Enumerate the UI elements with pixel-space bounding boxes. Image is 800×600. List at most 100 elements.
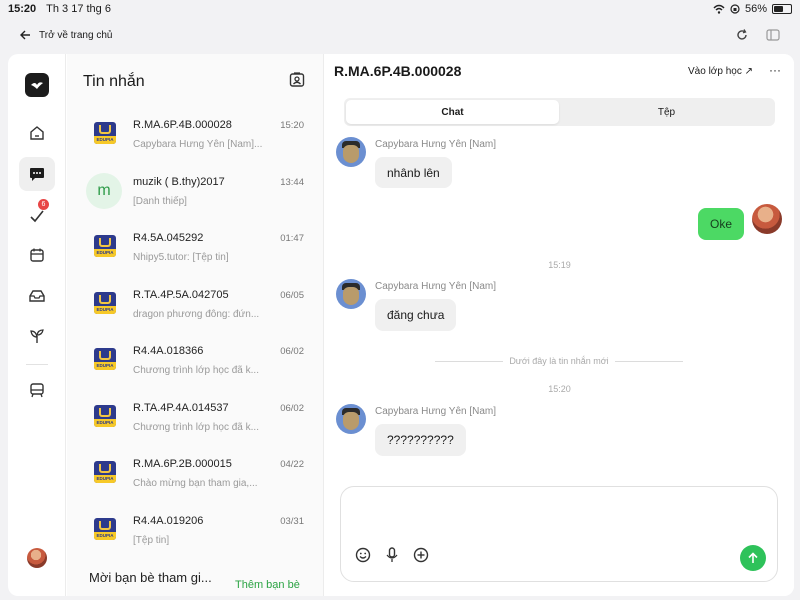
conversation-item[interactable]: EDUPIA R4.4A.018366 06/02 Chương trình lớp … (67, 338, 324, 394)
battery-percent: 56% (744, 3, 767, 15)
inbox-icon (29, 290, 45, 302)
nav-tasks[interactable]: 6 (25, 199, 49, 228)
conversation-time: 06/02 (280, 346, 304, 357)
conversation-item[interactable]: EDUPIA R.MA.6P.4B.000028 15:20 Capybara Hưn… (67, 112, 324, 168)
arrow-left-icon (20, 30, 30, 40)
message-composer[interactable] (340, 486, 778, 582)
conversation-item[interactable]: EDUPIA R4.5A.045292 01:47 Nhipy5.tutor: [Tệ… (67, 225, 324, 281)
conversation-item[interactable]: EDUPIA R.TA.4P.5A.042705 06/05 dragon phươn… (67, 282, 324, 338)
conversation-item[interactable]: EDUPIA R.MA.6P.2B.000015 04/22 Chào mừng bạ… (67, 451, 324, 507)
emoji-icon[interactable] (355, 547, 371, 563)
conversation-time: 01:47 (280, 233, 304, 244)
group-avatar: EDUPIA (94, 291, 116, 314)
microphone-icon[interactable] (385, 547, 399, 563)
conversation-list: Tin nhắn EDUPIA R.MA.6P.4B.000028 15:20 Cap… (67, 54, 324, 596)
user-avatar[interactable] (27, 548, 47, 568)
timestamp: 15:19 (548, 260, 571, 270)
sender-name: Capybara Hưng Yên [Nam] (375, 139, 497, 150)
sender-name: Capybara Hưng Yên [Nam] (375, 406, 497, 417)
chat-tabs: Chat Tệp (344, 98, 775, 126)
conversation-preview: dragon phương đông: đứn... (133, 308, 260, 320)
conversation-name: R4.4A.018366 (133, 345, 204, 357)
sidebar-toggle-icon[interactable] (766, 29, 780, 41)
add-friend-button[interactable]: Thêm bạn bè (235, 579, 300, 591)
conversation-preview: Capybara Hưng Yên [Nam]... (133, 139, 263, 150)
conversation-time: 06/05 (280, 289, 304, 301)
conversation-name: R.MA.6P.4B.000028 (133, 119, 232, 131)
cart-logo-icon (99, 238, 111, 247)
cart-logo-icon (99, 407, 111, 417)
chat-title: R.MA.6P.4B.000028 (334, 63, 462, 79)
conversation-time: 06/02 (280, 402, 304, 414)
cart-logo-icon (99, 125, 111, 134)
avatar-logo-text: EDUPIA (94, 475, 116, 483)
wifi-icon (713, 4, 725, 14)
nav-growth[interactable] (25, 324, 49, 348)
checklist-icon (30, 210, 44, 223)
nav-store[interactable] (25, 378, 49, 402)
group-avatar: EDUPIA (94, 122, 116, 144)
nav-messages[interactable] (19, 157, 55, 191)
conversation-preview: [Tệp tin] (133, 534, 170, 546)
back-label: Trở về trang chủ (39, 29, 113, 41)
new-messages-label: Dưới đây là tin nhắn mới (509, 356, 609, 366)
tab-files[interactable]: Tệp (560, 100, 773, 124)
nav-inbox[interactable] (25, 284, 49, 308)
group-avatar: EDUPIA (94, 348, 116, 370)
group-avatar: EDUPIA (94, 461, 116, 483)
conversation-time: 13:44 (280, 176, 304, 188)
avatar-logo-text: EDUPIA (94, 305, 116, 314)
conversation-item[interactable]: EDUPIA R4.4A.019206 03/31 [Tệp tin] (67, 508, 324, 564)
group-avatar: EDUPIA (94, 517, 116, 540)
nav-home[interactable] (25, 121, 49, 145)
contacts-icon[interactable] (289, 72, 305, 88)
calendar-icon (30, 248, 44, 262)
conversation-preview: Chương trình lớp học đã k... (133, 421, 259, 433)
app-panel: 6 Tin nhắn EDUPIA R.MA.6P.4B.000028 15:20 C… (8, 54, 794, 596)
conversation-time: 04/22 (280, 459, 304, 470)
status-bar: 15:20 Th 3 17 thg 6 56% (0, 0, 800, 18)
chat-bubble-icon (30, 167, 44, 181)
back-button[interactable]: Trở về trang chủ (20, 30, 112, 41)
my-avatar (752, 204, 782, 234)
avatar-logo-text: EDUPIA (94, 418, 116, 427)
battery-icon (772, 4, 792, 14)
cart-logo-icon (99, 520, 111, 530)
send-button[interactable] (740, 545, 766, 571)
nav-calendar[interactable] (25, 243, 49, 267)
message-bubble: đăng chưa (375, 299, 457, 331)
cart-logo-icon (99, 294, 111, 304)
conversation-preview: Nhipy5.tutor: [Tệp tin] (133, 252, 229, 263)
conversation-item[interactable]: m muzik ( B.thy)2017 13:44 [Danh thiếp] (67, 169, 324, 225)
bird-logo-icon (31, 82, 43, 89)
join-class-button[interactable]: Vào lớp học ↗ (688, 66, 753, 77)
sprout-icon (30, 329, 44, 343)
conversation-time: 03/31 (280, 515, 304, 527)
cart-logo-icon (99, 464, 111, 473)
avatar-logo-text: EDUPIA (94, 362, 116, 370)
conversation-item[interactable]: EDUPIA R.TA.4P.4A.014537 06/02 Chương trình… (67, 395, 324, 451)
conversation-name: R.MA.6P.2B.000015 (133, 458, 232, 470)
app-logo[interactable] (25, 73, 49, 97)
avatar-logo-text: EDUPIA (94, 136, 116, 144)
rail-divider (26, 364, 48, 365)
status-date: Th 3 17 thg 6 (46, 3, 111, 15)
conversation-name: R.TA.4P.5A.042705 (133, 288, 229, 301)
group-avatar: EDUPIA (94, 404, 116, 427)
conversation-name: R4.4A.019206 (133, 514, 204, 527)
store-icon (30, 382, 44, 397)
invite-friends-label: Mời bạn bè tham gi... (89, 570, 212, 585)
cart-logo-icon (99, 351, 111, 360)
top-nav: Trở về trang chủ (0, 22, 800, 48)
conversation-preview: Chào mừng bạn tham gia,... (133, 478, 258, 489)
more-options-button[interactable]: ··· (769, 63, 781, 77)
home-icon (30, 126, 44, 140)
conversation-name: muzik ( B.thy)2017 (133, 175, 225, 188)
tab-chat[interactable]: Chat (346, 100, 559, 124)
message-bubble: ?????????? (375, 424, 466, 456)
avatar-logo-text: EDUPIA (94, 249, 116, 257)
add-attachment-icon[interactable] (413, 547, 429, 563)
refresh-icon[interactable] (736, 29, 748, 41)
avatar-logo-text: EDUPIA (94, 531, 116, 540)
conversation-list-title: Tin nhắn (83, 73, 145, 90)
